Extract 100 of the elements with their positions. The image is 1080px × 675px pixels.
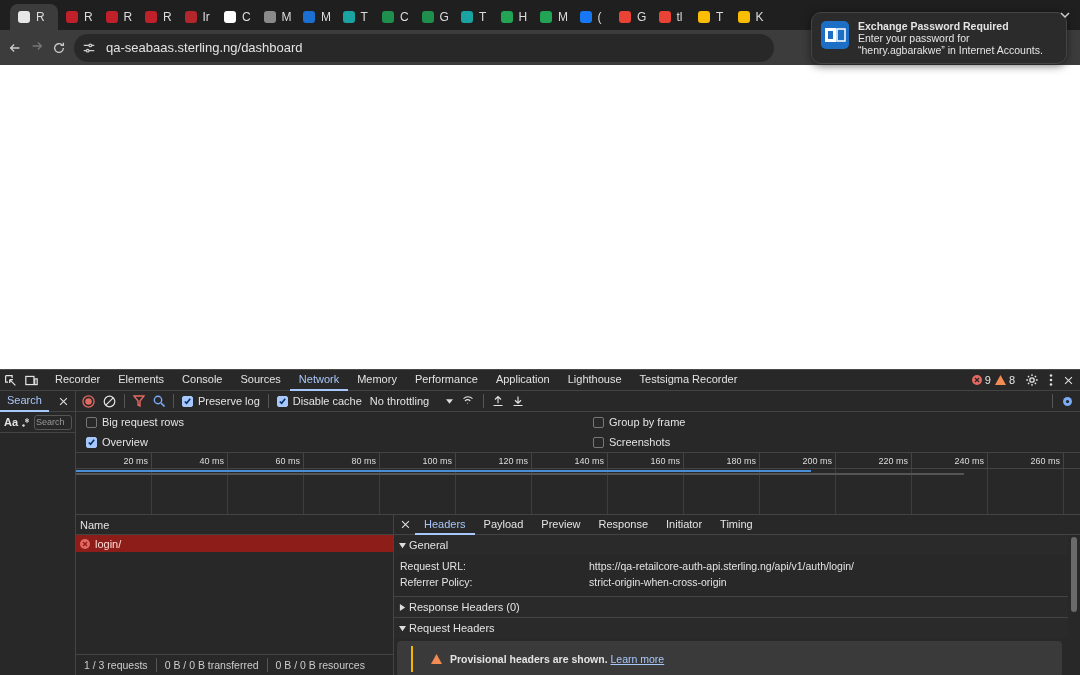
learn-more-link[interactable]: Learn more [610,653,665,665]
warning-message: Provisional headers are shown. Learn more [450,653,665,665]
panel-tab[interactable]: Elements [109,369,174,391]
regex-icon[interactable] [22,417,31,427]
browser-tab[interactable]: C [216,4,256,30]
details-tab[interactable]: Preview [532,514,590,535]
checkbox[interactable] [593,436,604,448]
network-conditions-icon[interactable] [460,395,475,407]
details-tab[interactable]: Initiator [657,514,712,535]
warning-count[interactable]: 8 [1008,374,1015,386]
dropdown-caret-icon[interactable] [445,398,453,404]
search-input[interactable]: Search [34,414,73,430]
clear-icon[interactable] [103,394,116,408]
checkbox[interactable] [86,436,97,448]
request-name: login/ [95,537,122,550]
browser-tab[interactable]: G [611,4,651,30]
close-icon[interactable] [1063,374,1074,386]
checkbox-label: Preserve log [198,395,260,407]
match-case-toggle[interactable]: Aa [4,416,19,428]
checkbox-label: Group by frame [609,416,686,428]
close-icon[interactable] [400,519,411,530]
browser-tab[interactable]: T [690,4,730,30]
browser-tab[interactable]: C [374,4,414,30]
browser-tab[interactable]: G [413,4,453,30]
close-icon[interactable] [58,395,69,407]
search-icon[interactable] [153,395,165,407]
browser-tab[interactable]: R [58,4,98,30]
details-tab[interactable]: Response [589,514,657,535]
browser-tab[interactable]: R [137,4,177,30]
checkbox[interactable] [86,416,97,428]
browser-tab[interactable]: M [532,4,572,30]
panel-tab[interactable]: Recorder [46,369,110,391]
more-options-icon[interactable] [1049,374,1053,386]
tab-title: M [321,10,331,24]
address-field[interactable]: qa-seabaas.sterling.ng/dashboard [106,40,303,55]
timeline-tick-label: 220 ms [878,455,908,466]
browser-tab[interactable]: ( [571,4,611,30]
upload-icon[interactable] [491,395,504,407]
timeline-tick-label: 240 ms [954,455,984,466]
filter-icon[interactable] [133,395,145,407]
panel-tab[interactable]: Network [289,369,349,391]
browser-tab[interactable]: T [453,4,493,30]
tab-title: ( [597,10,602,24]
scrollbar[interactable] [1071,537,1077,612]
settings-icon[interactable] [1025,373,1039,387]
tab-title: T [360,10,368,24]
checkbox[interactable] [182,395,193,407]
request-row[interactable]: login/ [76,535,393,552]
section-title: General [409,539,449,551]
device-icon[interactable] [25,373,38,387]
checkbox[interactable] [276,395,288,407]
tab-title: R [36,10,45,24]
tab-title: R [123,10,133,24]
browser-tab[interactable]: M [295,4,335,30]
reload-icon[interactable] [52,40,66,55]
tab-title: G [439,10,449,24]
browser-tab[interactable]: Ir [176,4,216,30]
caret-icon [399,624,406,632]
panel-tab[interactable]: Testsigma Recorder [630,369,747,391]
section-title: Response Headers (0) [409,601,520,613]
error-count[interactable]: 9 [984,374,991,386]
tab-title: C [400,10,409,24]
settings-icon[interactable] [1061,394,1074,408]
panel-tab[interactable]: Sources [231,369,290,391]
panel-tab[interactable]: Performance [405,369,487,391]
tab-title: C [242,10,251,24]
favicon-icon [263,11,276,23]
timeline-tick-label: 40 ms [199,455,224,466]
details-tab[interactable]: Timing [711,514,762,535]
tab-title: T [716,10,724,24]
panel-tab[interactable]: Console [173,369,232,391]
timeline-tick-label: 140 ms [574,455,604,466]
panel-tab[interactable]: Lighthouse [558,369,631,391]
tab-title: H [518,10,528,24]
column-header[interactable]: Name [80,518,110,531]
throttling-dropdown[interactable]: No throttling [369,395,438,407]
browser-tab[interactable]: T [334,4,374,30]
browser-tab[interactable]: M [255,4,295,30]
panel-tab[interactable]: Memory [348,369,406,391]
status-text: 0 B / 0 B transferred [164,659,259,671]
checkbox-label: Screenshots [609,436,671,448]
panel-tab[interactable]: Application [486,369,559,391]
favicon-icon [18,11,30,23]
browser-tab[interactable]: H [492,4,532,30]
browser-tab[interactable]: tl [650,4,690,30]
download-icon[interactable] [511,395,524,407]
inspect-icon[interactable] [4,373,17,387]
record-stop-icon[interactable] [82,394,95,408]
browser-tab[interactable]: K [729,4,769,30]
search-tab[interactable]: Search [0,390,49,412]
checkbox[interactable] [593,416,604,428]
site-settings-icon[interactable] [82,40,96,55]
timeline-tick-label: 160 ms [650,455,680,466]
timeline-tick-label: 260 ms [1030,455,1060,466]
details-tab[interactable]: Payload [474,514,533,535]
notification-card[interactable]: Exchange Password Required Enter your password for “henry.agbarakwe” in Internet Accounts. [811,12,1067,64]
checkbox-label: Big request rows [102,416,184,428]
favicon-icon [737,11,750,23]
browser-tab[interactable]: R [97,4,137,30]
browser-tab[interactable]: R [10,4,58,30]
